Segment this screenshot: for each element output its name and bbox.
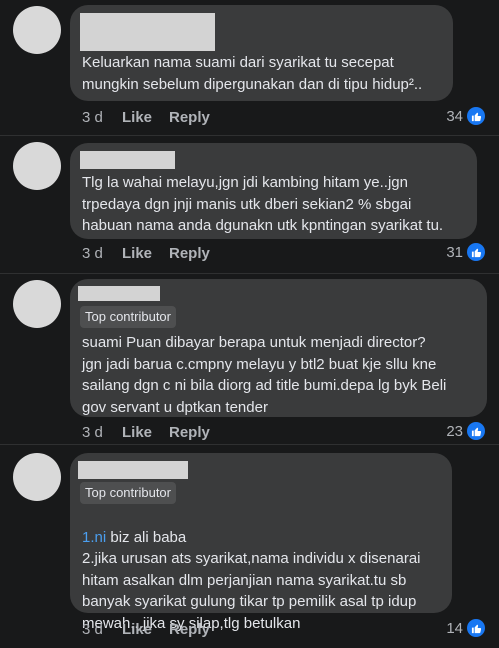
comment-2: Tlg la wahai melayu,jgn jdi kambing hita… xyxy=(0,136,499,273)
reply-button[interactable]: Reply xyxy=(169,109,210,126)
comment-timestamp[interactable]: 3 d xyxy=(82,424,122,441)
avatar[interactable] xyxy=(13,6,61,54)
reaction-count: 23 xyxy=(446,422,463,440)
comment-actions: 3 d Like Reply xyxy=(82,424,210,441)
avatar[interactable] xyxy=(13,142,61,190)
reaction-summary[interactable]: 23 xyxy=(446,422,485,440)
comment-bubble: Tlg la wahai melayu,jgn jdi kambing hita… xyxy=(70,143,477,239)
redacted-author-name[interactable] xyxy=(78,286,160,301)
reply-button[interactable]: Reply xyxy=(169,424,210,441)
comment-bubble: Top contributor suami Puan dibayar berap… xyxy=(70,279,487,417)
comment-timestamp[interactable]: 3 d xyxy=(82,109,122,126)
like-icon xyxy=(467,107,485,125)
comment-actions: 3 d Like Reply xyxy=(82,621,210,638)
like-button[interactable]: Like xyxy=(122,109,169,126)
like-icon xyxy=(467,422,485,440)
reaction-count: 34 xyxy=(446,107,463,125)
like-button[interactable]: Like xyxy=(122,621,169,638)
comment-3: Top contributor suami Puan dibayar berap… xyxy=(0,274,499,444)
redacted-author-name[interactable] xyxy=(78,461,188,479)
reaction-summary[interactable]: 34 xyxy=(446,107,485,125)
comment-link[interactable]: 1.ni xyxy=(82,529,106,546)
comment-text: Tlg la wahai melayu,jgn jdi kambing hita… xyxy=(82,174,444,234)
comment-actions: 3 d Like Reply xyxy=(82,245,210,262)
reaction-summary[interactable]: 31 xyxy=(446,243,485,261)
reply-button[interactable]: Reply xyxy=(169,245,210,262)
redacted-author-name[interactable] xyxy=(80,151,175,169)
like-icon xyxy=(467,243,485,261)
reaction-count: 31 xyxy=(446,243,463,261)
comment-actions: 3 d Like Reply xyxy=(82,109,210,126)
comment-bubble: Keluarkan nama suami dari syarikat tu se… xyxy=(70,5,453,101)
comment-timestamp[interactable]: 3 d xyxy=(82,245,122,262)
top-contributor-badge: Top contributor xyxy=(80,482,176,504)
reaction-summary[interactable]: 14 xyxy=(446,619,485,637)
comment-1: Keluarkan nama suami dari syarikat tu se… xyxy=(0,0,499,135)
comment-text: Keluarkan nama suami dari syarikat tu se… xyxy=(82,54,423,93)
like-button[interactable]: Like xyxy=(122,245,169,262)
reply-button[interactable]: Reply xyxy=(169,621,210,638)
top-contributor-badge: Top contributor xyxy=(80,306,176,328)
avatar[interactable] xyxy=(13,453,61,501)
comment-text: suami Puan dibayar berapa untuk menjadi … xyxy=(82,334,447,416)
reaction-count: 14 xyxy=(446,619,463,637)
comment-text-body: biz ali baba 2.jika urusan ats syarikat,… xyxy=(82,528,421,632)
like-button[interactable]: Like xyxy=(122,424,169,441)
comment-4: Top contributor 1.ni biz ali baba 2.jika… xyxy=(0,445,499,648)
avatar[interactable] xyxy=(13,280,61,328)
like-icon xyxy=(467,619,485,637)
comment-text: 1.ni biz ali baba 2.jika urusan ats syar… xyxy=(82,505,442,634)
redacted-author-name[interactable] xyxy=(80,13,215,51)
comment-timestamp[interactable]: 3 d xyxy=(82,621,122,638)
comment-bubble: Top contributor 1.ni biz ali baba 2.jika… xyxy=(70,453,452,632)
